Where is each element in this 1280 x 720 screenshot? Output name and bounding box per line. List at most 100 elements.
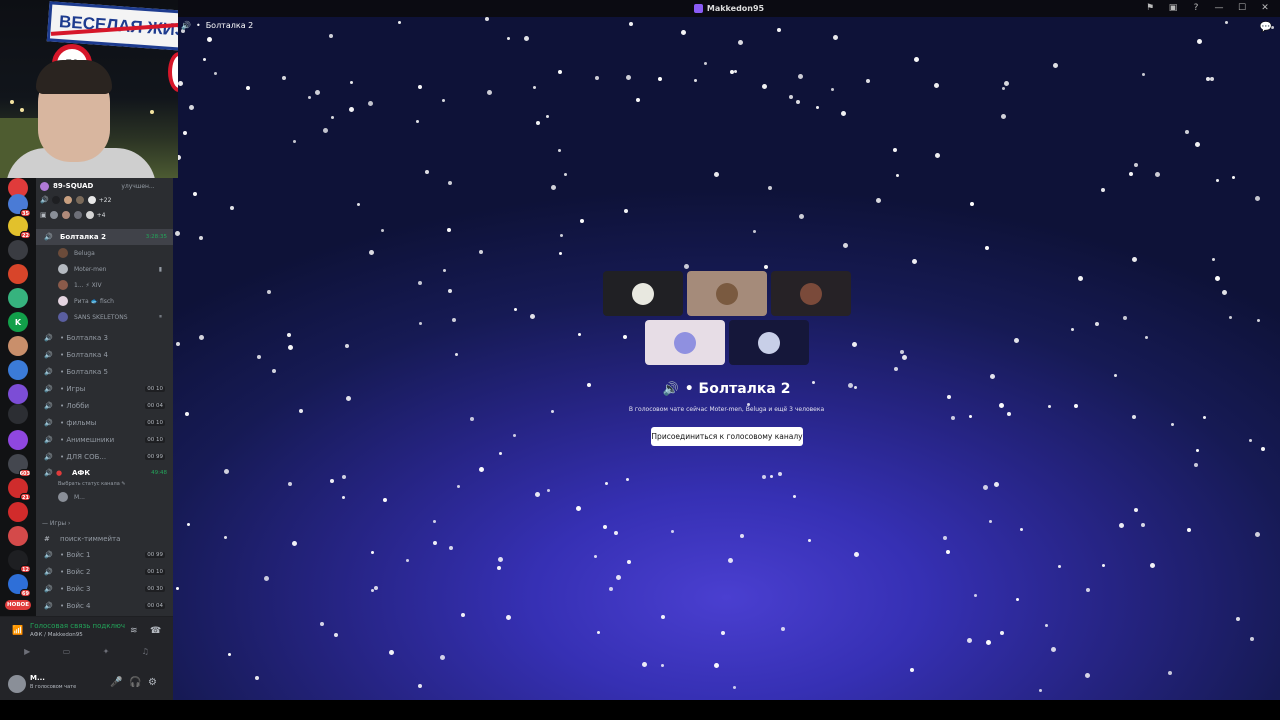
server-icon[interactable] (8, 360, 28, 380)
snowflake (1229, 316, 1232, 319)
server-icon[interactable]: 12 (8, 550, 31, 573)
snowflake (789, 95, 793, 99)
tile-row (602, 320, 852, 365)
server-icon[interactable] (8, 264, 28, 284)
server-icon[interactable]: 603 (8, 454, 31, 477)
screen-share-button[interactable]: ▭ (63, 647, 71, 663)
mute-mic-icon[interactable]: 🎤 (110, 677, 122, 688)
participant-tile[interactable] (687, 271, 767, 316)
server-icon[interactable] (8, 288, 28, 308)
server-icon[interactable]: K (8, 312, 28, 332)
snowflake (207, 37, 212, 42)
activities-button[interactable]: ✦ (103, 647, 110, 663)
channel-item-afk[interactable]: 🔊 ● АФК 49:48 (36, 465, 173, 481)
snowflake (1225, 21, 1228, 24)
snowflake (418, 281, 422, 285)
snowflake (536, 121, 540, 125)
snowflake (661, 664, 664, 667)
webcam-road-sign: ВЕСЕЛАЯ ЖИЗ (46, 1, 178, 51)
channel-name: • Войс 1 (60, 551, 91, 559)
stage-avatar-stack[interactable]: ▣ +4 (40, 208, 105, 222)
server-icon[interactable] (8, 240, 28, 260)
channel-item[interactable]: 🔊 • Войс 2 00 10 (36, 564, 173, 580)
chat-bubble-icon[interactable]: 💬 (1260, 22, 1272, 33)
server-icon[interactable] (8, 404, 28, 424)
voice-member[interactable]: Beluga (58, 245, 168, 261)
inbox-icon[interactable]: ⚑ (1143, 2, 1157, 15)
close-button[interactable]: ✕ (1258, 2, 1272, 15)
snowflake (228, 653, 231, 656)
headphones-icon[interactable]: 🎧 (129, 677, 141, 688)
minimize-button[interactable]: — (1212, 2, 1226, 15)
snowflake (506, 615, 511, 620)
category-header[interactable]: — Игры › (42, 520, 70, 527)
user-limit-badge: 00 10 (145, 386, 165, 392)
join-voice-button[interactable]: Присоединиться к голосовому каналу (651, 427, 803, 446)
voice-member[interactable]: Moter-men ▮ (58, 261, 168, 277)
channel-item[interactable]: 🔊 • Войс 4 00 04 (36, 598, 173, 614)
noise-suppression-icon[interactable]: ≋ (130, 626, 138, 636)
server-header[interactable]: 89-SQUAD улучшен... (36, 178, 173, 194)
snowflake (986, 640, 991, 645)
voice-member[interactable]: M... (58, 489, 168, 505)
voice-member[interactable]: SANS SKELETONS ⏸ (58, 309, 168, 325)
snowflake (734, 70, 737, 73)
camera-button[interactable]: ▶ (24, 647, 30, 663)
channel-item[interactable]: 🔊 • Болталка 3 (36, 330, 173, 346)
voice-status-title[interactable]: Голосовая связь подключена (30, 622, 125, 630)
server-icon[interactable] (8, 502, 28, 522)
maximize-button[interactable]: ☐ (1235, 2, 1249, 15)
voice-member[interactable]: Рита 🐟 fisch (58, 293, 168, 309)
new-badge[interactable]: НОВОЕ (5, 600, 31, 610)
participant-tile[interactable] (771, 271, 851, 316)
help-icon[interactable]: ? (1189, 2, 1203, 15)
snowflake (624, 209, 628, 213)
avatar[interactable] (8, 675, 26, 693)
window-title: Makkedon95 (693, 4, 764, 13)
voice-actions: ▶ ▭ ✦ ♫ (0, 647, 173, 663)
snowflake (524, 36, 529, 41)
channel-status[interactable]: Выбрать статус канала ✎ (58, 481, 126, 487)
channel-item[interactable]: 🔊 • Войс 1 00 99 (36, 547, 173, 563)
snowflake (449, 546, 453, 550)
speed-limit-sign-2 (168, 52, 178, 92)
server-icon[interactable] (8, 336, 28, 356)
channel-item-active[interactable]: 🔊 Болталка 2 3:28:35 (36, 229, 173, 245)
channel-item[interactable]: 🔊 • Анимешники 00 10 (36, 432, 173, 448)
snowflake (1016, 598, 1019, 601)
speaker-icon: 🔊 (44, 351, 53, 359)
snowflake (452, 318, 456, 322)
voice-avatar-stack[interactable]: 🔊 +22 (40, 193, 111, 207)
disconnect-icon[interactable]: ☎ (150, 626, 161, 636)
channel-item[interactable]: 🔊 • ДЛЯ СОБ... 00 99 (36, 449, 173, 465)
channel-title: 🔊 • Болталка 2 (173, 381, 1280, 397)
server-icon[interactable]: 35 (8, 194, 31, 217)
channel-item[interactable]: 🔊 • Войс 3 00 30 (36, 581, 173, 597)
participant-tile[interactable] (645, 320, 725, 365)
webcam-person-hair (36, 60, 112, 94)
soundboard-button[interactable]: ♫ (142, 647, 149, 663)
snowflake (369, 250, 374, 255)
snowflake (768, 186, 772, 190)
voice-status-subtitle[interactable]: АФК / Makkedon95 (30, 632, 83, 638)
screen-icon[interactable]: ▣ (1166, 2, 1180, 15)
server-icon[interactable] (8, 526, 28, 546)
channel-item[interactable]: 🔊 • Лобби 00 04 (36, 398, 173, 414)
mention-badge: 22 (20, 231, 31, 239)
speaker-icon: 🔊 (662, 382, 679, 397)
participant-avatar (716, 282, 738, 305)
voice-member[interactable]: 1... ⚡ XIV (58, 277, 168, 293)
participant-tile[interactable] (729, 320, 809, 365)
text-channel-item[interactable]: # поиск-тиммейта (36, 531, 173, 547)
server-icon[interactable]: 21 (8, 478, 31, 501)
settings-gear-icon[interactable]: ⚙ (148, 677, 157, 688)
server-icon[interactable] (8, 384, 28, 404)
channel-item[interactable]: 🔊 • Болталка 5 (36, 364, 173, 380)
server-icon[interactable] (8, 430, 28, 450)
channel-item[interactable]: 🔊 • Болталка 4 (36, 347, 173, 363)
server-icon[interactable]: 22 (8, 216, 31, 239)
channel-item[interactable]: 🔊 • фильмы 00 10 (36, 415, 173, 431)
server-icon[interactable]: 69 (8, 574, 31, 597)
channel-item[interactable]: 🔊 • Игры 00 10 (36, 381, 173, 397)
participant-tile[interactable] (603, 271, 683, 316)
